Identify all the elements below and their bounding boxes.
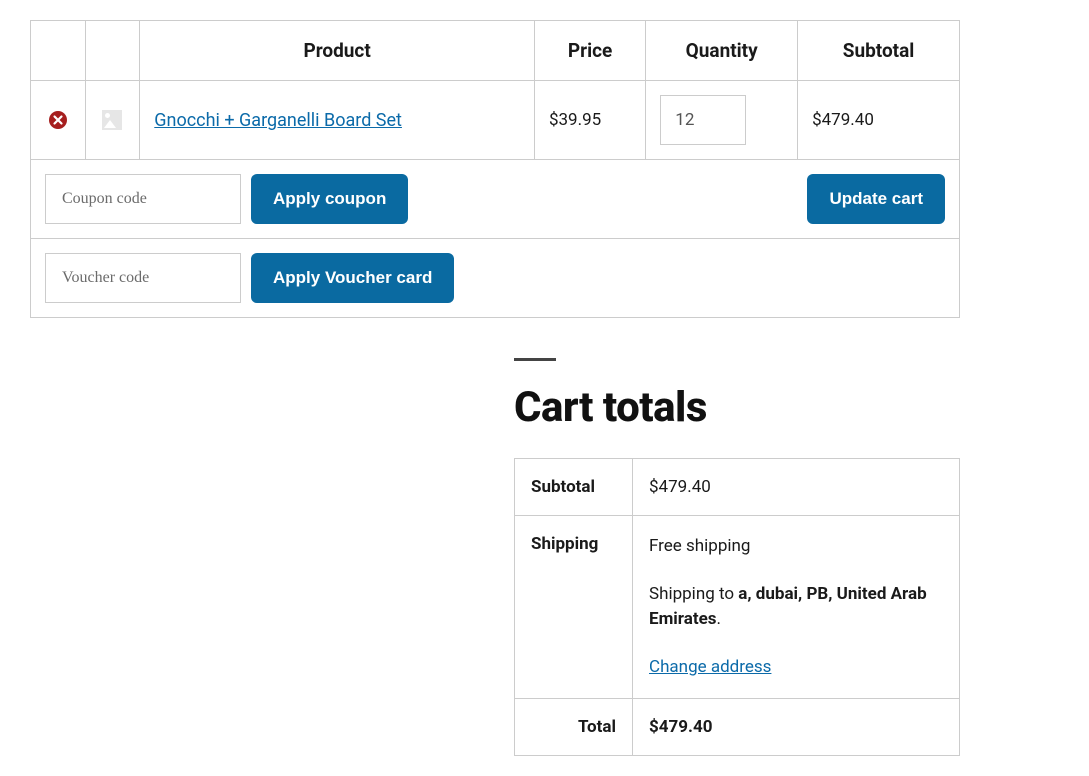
cart-item-row: Gnocchi + Garganelli Board Set $39.95 $4… [31, 81, 960, 160]
apply-coupon-button[interactable]: Apply coupon [251, 174, 408, 224]
shipping-label: Shipping [515, 516, 633, 699]
item-subtotal: $479.40 [798, 81, 960, 160]
shipping-to-suffix: . [717, 609, 721, 629]
total-label: Total [515, 699, 633, 756]
cart-table: Product Price Quantity Subtotal Gnocchi … [30, 20, 960, 318]
shipping-to-text: Shipping to a, dubai, PB, United Arab Em… [649, 582, 943, 633]
shipping-to-prefix: Shipping to [649, 584, 738, 604]
col-thumb-header [85, 21, 140, 81]
remove-item-icon[interactable] [45, 110, 71, 130]
item-price: $39.95 [534, 81, 645, 160]
col-remove-header [31, 21, 86, 81]
shipping-method: Free shipping [649, 534, 943, 560]
cart-totals-section: Cart totals Subtotal $479.40 Shipping Fr… [514, 358, 960, 756]
subtotal-value: $479.40 [633, 459, 960, 516]
product-thumbnail-placeholder-icon[interactable] [102, 110, 122, 130]
product-name-link[interactable]: Gnocchi + Garganelli Board Set [154, 110, 402, 131]
voucher-code-input[interactable] [45, 253, 241, 303]
quantity-input[interactable] [660, 95, 746, 145]
heading-rule [514, 358, 556, 361]
col-product-header: Product [140, 21, 535, 81]
update-cart-button[interactable]: Update cart [807, 174, 945, 224]
apply-voucher-button[interactable]: Apply Voucher card [251, 253, 454, 303]
change-address-link[interactable]: Change address [649, 657, 771, 677]
col-subtotal-header: Subtotal [798, 21, 960, 81]
total-value: $479.40 [633, 699, 960, 756]
cart-totals-table: Subtotal $479.40 Shipping Free shipping … [514, 458, 960, 756]
coupon-code-input[interactable] [45, 174, 241, 224]
col-quantity-header: Quantity [646, 21, 798, 81]
col-price-header: Price [534, 21, 645, 81]
subtotal-label: Subtotal [515, 459, 633, 516]
cart-totals-heading: Cart totals [514, 383, 960, 432]
